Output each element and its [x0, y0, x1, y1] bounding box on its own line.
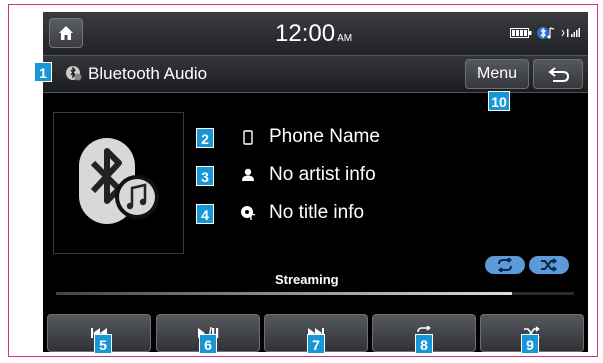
battery-icon [510, 28, 532, 38]
bluetooth-audio-icon [537, 27, 555, 39]
progress-fill [56, 292, 512, 295]
menu-button[interactable]: Menu [465, 59, 529, 89]
callout-9: 9 [521, 334, 539, 354]
bluetooth-audio-icon [66, 66, 82, 81]
repeat-mode-indicator [485, 256, 525, 274]
album-art [53, 112, 184, 254]
status-bar: 12:00 AM [43, 12, 588, 56]
streaming-status: Streaming [275, 272, 339, 287]
home-button[interactable] [49, 18, 83, 48]
shuffle-mode-indicator [529, 256, 569, 274]
callout-5: 5 [94, 334, 112, 354]
title-icon [239, 204, 257, 222]
clock-ampm: AM [337, 33, 353, 44]
head-unit-screen: 12:00 AM Bluetooth Audio Menu Phone Name… [43, 12, 588, 352]
artist-row: No artist info [239, 164, 376, 186]
signal-icon [561, 28, 580, 37]
artist-icon [239, 166, 257, 184]
page-title: Bluetooth Audio [88, 64, 208, 83]
title-row: No title info [239, 202, 364, 224]
title-bar: Bluetooth Audio Menu [43, 56, 588, 93]
callout-4: 4 [196, 204, 214, 224]
home-icon [59, 26, 73, 40]
shuffle-icon [541, 258, 558, 272]
clock-time: 12:00 [275, 20, 336, 47]
callout-7: 7 [307, 334, 325, 354]
artist-info: No artist info [269, 164, 376, 185]
callout-10: 10 [488, 91, 510, 111]
callout-6: 6 [199, 334, 217, 354]
phone-name: Phone Name [269, 126, 380, 147]
phone-name-row: Phone Name [239, 126, 380, 148]
callout-1: 1 [34, 62, 52, 82]
repeat-icon [497, 258, 513, 272]
back-button[interactable] [533, 59, 583, 89]
callout-8: 8 [415, 334, 433, 354]
title-info: No title info [269, 202, 365, 223]
back-icon [548, 67, 570, 82]
status-icons [510, 26, 580, 40]
phone-icon [239, 128, 257, 146]
clock: 12:00 AM [275, 20, 352, 48]
bluetooth-music-icon [79, 138, 159, 224]
callout-2: 2 [196, 128, 214, 148]
callout-3: 3 [196, 166, 214, 186]
progress-bar [56, 292, 574, 295]
